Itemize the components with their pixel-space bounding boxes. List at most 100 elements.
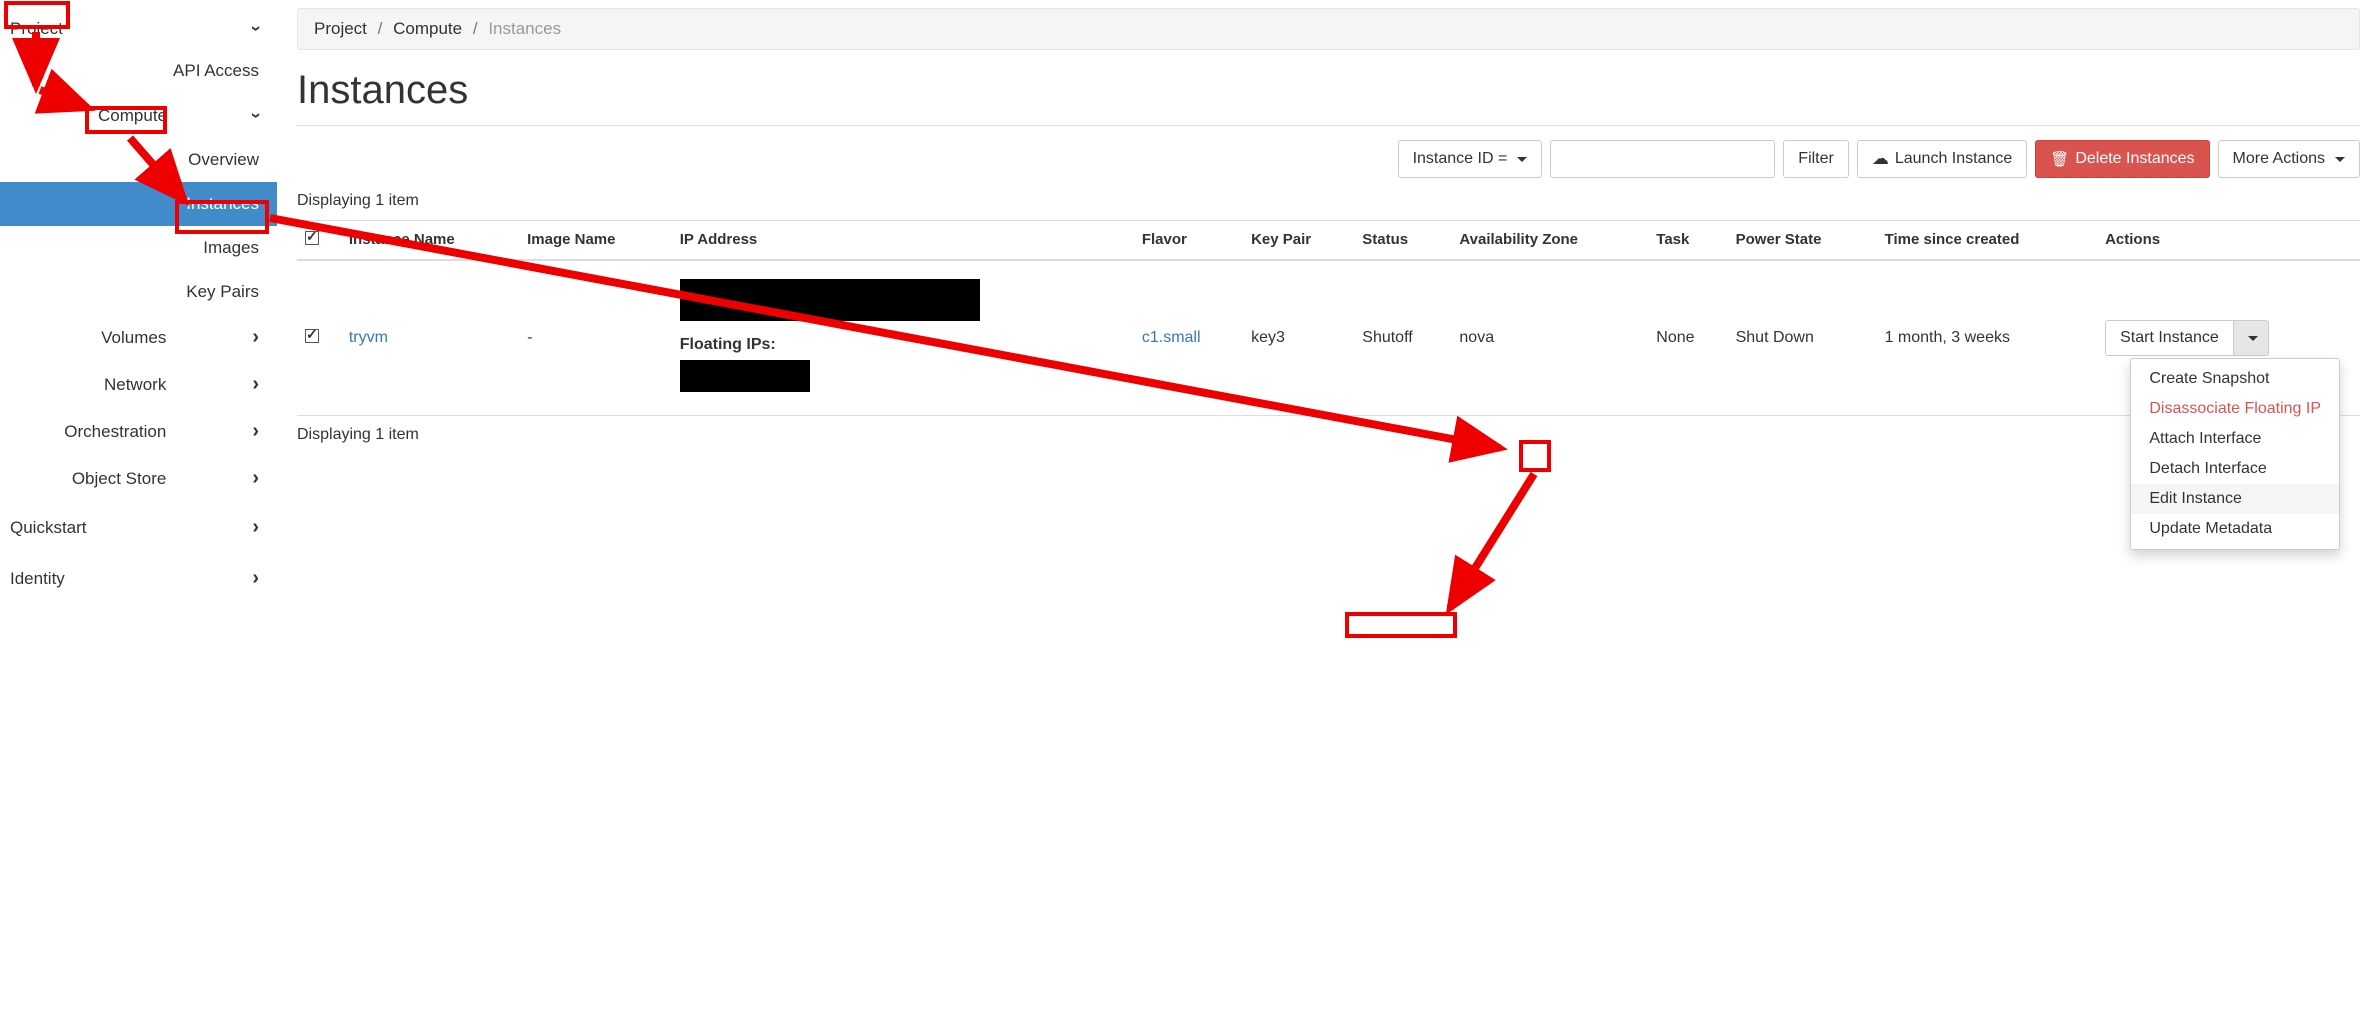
breadcrumb: Project / Compute / Instances [297, 8, 2360, 50]
table-row: tryvm - Floating IPs: c1.small key3 Shut… [297, 260, 2360, 416]
col-image-name[interactable]: Image Name [519, 221, 672, 261]
table-header-row: Instance Name Image Name IP Address Flav… [297, 221, 2360, 261]
cell-image-name: - [519, 260, 672, 416]
caret-down-icon [2248, 336, 2258, 341]
filter-field-dropdown[interactable]: Instance ID = [1398, 140, 1543, 178]
filter-input[interactable] [1550, 140, 1775, 178]
cell-ip-address: Floating IPs: [672, 260, 1134, 416]
sidebar: Project API Access Compute Overview Inst… [0, 0, 277, 1020]
cell-time: 1 month, 3 weeks [1877, 260, 2098, 416]
sidebar-label: Images [203, 238, 259, 257]
sidebar-label: Identity [10, 569, 65, 589]
chevron-down-icon [253, 18, 259, 39]
col-power[interactable]: Power State [1728, 221, 1877, 261]
chevron-right-icon [252, 567, 259, 590]
cell-status: Shutoff [1354, 260, 1451, 416]
sidebar-label: Network [104, 375, 166, 395]
cell-power: Shut Down [1728, 260, 1877, 416]
sidebar-label: Quickstart [10, 518, 87, 538]
instance-name-link[interactable]: tryvm [349, 329, 388, 346]
row-action-group: Start Instance [2105, 320, 2269, 356]
floating-ips-label: Floating IPs: [680, 336, 1126, 354]
sidebar-item-api-access[interactable]: API Access [0, 49, 277, 93]
trash-icon [2050, 150, 2069, 169]
filter-button[interactable]: Filter [1783, 140, 1849, 178]
sidebar-item-orchestration[interactable]: Orchestration [0, 408, 277, 455]
divider [297, 125, 2360, 126]
more-actions-dropdown[interactable]: More Actions [2218, 140, 2360, 178]
caret-down-icon [2335, 157, 2345, 162]
dropdown-attach-interface[interactable]: Attach Interface [2131, 424, 2339, 454]
chevron-right-icon [252, 420, 259, 443]
breadcrumb-separator: / [372, 19, 389, 38]
breadcrumb-project[interactable]: Project [314, 19, 367, 38]
sidebar-label: API Access [173, 61, 259, 80]
start-instance-button[interactable]: Start Instance [2105, 320, 2234, 356]
launch-label: Launch Instance [1895, 150, 2012, 168]
dropdown-detach-interface[interactable]: Detach Interface [2131, 454, 2339, 484]
sidebar-item-network[interactable]: Network [0, 361, 277, 408]
instances-table: Instance Name Image Name IP Address Flav… [297, 220, 2360, 416]
select-all-checkbox[interactable] [305, 231, 319, 245]
dropdown-update-metadata[interactable]: Update Metadata [2131, 514, 2339, 544]
page-title: Instances [297, 68, 2360, 113]
row-actions-dropdown-toggle[interactable] [2234, 320, 2269, 356]
col-ip-address[interactable]: IP Address [672, 221, 1134, 261]
sidebar-label: Key Pairs [186, 282, 259, 301]
breadcrumb-compute[interactable]: Compute [393, 19, 462, 38]
dropdown-create-snapshot[interactable]: Create Snapshot [2131, 364, 2339, 394]
sidebar-label: Object Store [72, 469, 167, 489]
col-actions: Actions [2097, 221, 2360, 261]
sidebar-item-volumes[interactable]: Volumes [0, 314, 277, 361]
sidebar-item-object-store[interactable]: Object Store [0, 455, 277, 502]
sidebar-item-quickstart[interactable]: Quickstart [0, 502, 277, 553]
row-checkbox[interactable] [305, 329, 319, 343]
breadcrumb-instances: Instances [488, 19, 561, 38]
sidebar-label: Orchestration [64, 422, 166, 442]
sidebar-item-overview[interactable]: Overview [0, 138, 277, 182]
cell-az: nova [1451, 260, 1648, 416]
more-label: More Actions [2233, 150, 2325, 168]
chevron-right-icon [252, 373, 259, 396]
display-count-top: Displaying 1 item [297, 192, 2360, 210]
sidebar-label: Project [10, 19, 63, 39]
col-flavor[interactable]: Flavor [1134, 221, 1243, 261]
sidebar-item-project[interactable]: Project [0, 8, 277, 49]
chevron-right-icon [252, 326, 259, 349]
display-count-bottom: Displaying 1 item [297, 426, 2360, 444]
sidebar-item-images[interactable]: Images [0, 226, 277, 270]
filter-field-label: Instance ID = [1413, 150, 1508, 168]
caret-down-icon [1517, 157, 1527, 162]
sidebar-label: Overview [188, 150, 259, 169]
col-instance-name[interactable]: Instance Name [341, 221, 519, 261]
sidebar-label: Volumes [101, 328, 166, 348]
sidebar-item-identity[interactable]: Identity [0, 553, 277, 604]
col-status[interactable]: Status [1354, 221, 1451, 261]
main-content: Project / Compute / Instances Instances … [277, 0, 2380, 1020]
col-task[interactable]: Task [1648, 221, 1727, 261]
sidebar-label: Compute [98, 106, 167, 126]
cell-key-pair: key3 [1243, 260, 1354, 416]
dropdown-disassociate-floating-ip[interactable]: Disassociate Floating IP [2131, 394, 2339, 424]
redacted-floating-ip [680, 360, 810, 392]
sidebar-item-instances[interactable]: Instances [0, 182, 277, 226]
chevron-right-icon [252, 467, 259, 490]
sidebar-label: Instances [186, 194, 259, 213]
flavor-link[interactable]: c1.small [1142, 329, 1201, 346]
row-actions-dropdown: Create Snapshot Disassociate Floating IP… [2130, 358, 2340, 550]
col-time[interactable]: Time since created [1877, 221, 2098, 261]
col-az[interactable]: Availability Zone [1451, 221, 1648, 261]
chevron-right-icon [252, 516, 259, 539]
toolbar: Instance ID = Filter Launch Instance Del… [297, 140, 2360, 178]
redacted-ip [680, 279, 980, 321]
chevron-down-icon [253, 105, 259, 126]
dropdown-edit-instance[interactable]: Edit Instance [2131, 484, 2339, 514]
cell-task: None [1648, 260, 1727, 416]
sidebar-item-key-pairs[interactable]: Key Pairs [0, 270, 277, 314]
cloud-upload-icon [1872, 149, 1889, 169]
launch-instance-button[interactable]: Launch Instance [1857, 140, 2027, 178]
delete-instances-button[interactable]: Delete Instances [2035, 140, 2209, 178]
delete-label: Delete Instances [2075, 150, 2194, 168]
col-key-pair[interactable]: Key Pair [1243, 221, 1354, 261]
sidebar-item-compute[interactable]: Compute [0, 93, 277, 138]
